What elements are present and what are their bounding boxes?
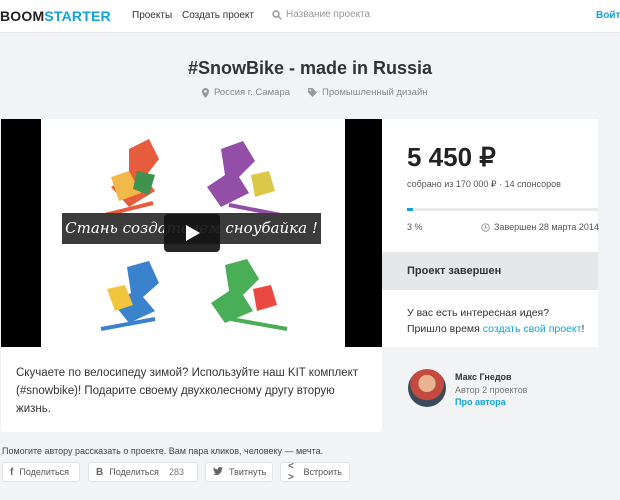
project-status: Проект завершен [407, 265, 502, 277]
location-icon [202, 87, 209, 98]
facebook-share-button[interactable]: f Поделиться [2, 462, 80, 482]
progress-fill [407, 208, 413, 211]
project-video[interactable]: Стань создателем сноубайка ! [1, 119, 382, 347]
vk-share-button[interactable]: B Поделиться 283 [88, 462, 198, 482]
project-category[interactable]: Промышленный дизайн [308, 87, 428, 98]
end-date: Завершен 28 марта 2014 [481, 222, 599, 232]
search-icon [272, 9, 282, 20]
vk-icon: B [96, 466, 104, 478]
tag-icon [308, 88, 317, 97]
funded-amount: 5 450 ₽ [407, 142, 496, 172]
nav-create-project[interactable]: Создать проект [182, 10, 254, 21]
avatar[interactable] [408, 369, 446, 407]
play-icon[interactable] [164, 214, 220, 252]
logo[interactable]: BOOMSTARTER [0, 8, 111, 24]
progress-percent: 3 % [407, 222, 423, 232]
search-placeholder: Название проекта [286, 9, 371, 20]
embed-button[interactable]: < > Встроить [280, 461, 350, 483]
vk-share-count: 283 [168, 467, 184, 477]
top-bar: BOOMSTARTER Проекты Создать проект Назва… [0, 0, 620, 33]
progress-bar [407, 208, 598, 211]
author-role: Автор 2 проектов [455, 385, 528, 395]
search-input[interactable]: Название проекта [272, 9, 370, 20]
project-location[interactable]: Россия г. Самара [202, 87, 290, 98]
create-project-link[interactable]: создать свой проект [483, 323, 582, 335]
facebook-icon: f [10, 466, 14, 478]
funding-goal: собрано из 170 000 ₽ · 14 спонсоров [407, 179, 561, 189]
clock-icon [481, 222, 490, 232]
nav-projects[interactable]: Проекты [132, 10, 172, 21]
create-project-prompt: У вас есть интересная идея? Пришло время… [407, 307, 585, 335]
embed-icon: < > [288, 461, 294, 483]
project-title: #SnowBike - made in Russia [187, 58, 433, 78]
project-description: Скучаете по велосипеду зимой? Используйт… [16, 367, 359, 415]
author-name[interactable]: Макс Гнедов [455, 372, 512, 382]
twitter-share-button[interactable]: Твитнуть [205, 462, 273, 482]
twitter-icon [213, 466, 223, 478]
share-hint: Помогите автору рассказать о проекте. Ва… [2, 446, 324, 456]
about-author-link[interactable]: Про автора [455, 397, 506, 407]
login-link[interactable]: Войти [596, 10, 620, 21]
